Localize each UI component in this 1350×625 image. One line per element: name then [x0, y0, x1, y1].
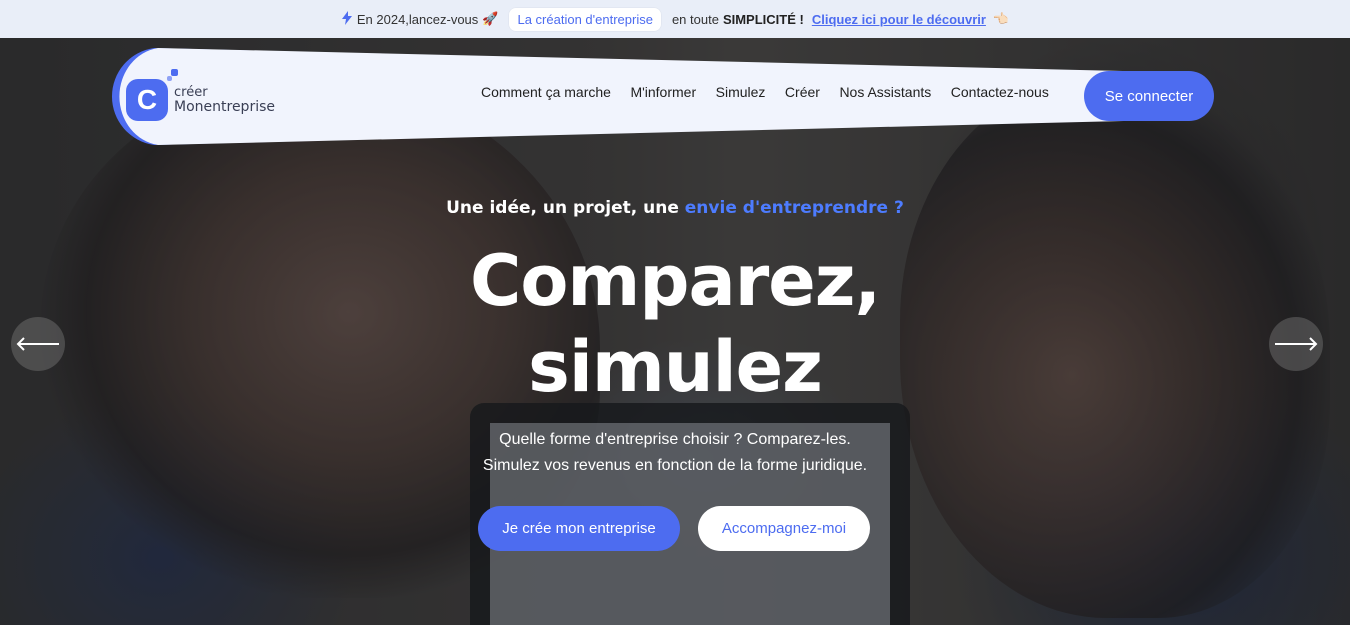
hero-description-line1: Quelle forme d'entreprise choisir ? Comp…: [499, 431, 851, 448]
hero-eyebrow-accent: envie d'entreprendre ?: [684, 198, 904, 218]
nav-item-nos-assistants[interactable]: Nos Assistants: [839, 84, 931, 100]
logo-text-line1: créer: [174, 85, 208, 100]
login-button[interactable]: Se connecter: [1084, 71, 1214, 121]
announcement-text-middle: en toute: [671, 11, 719, 27]
main-navigation: Comment ça marche M'informer Simulez Cré…: [481, 84, 1068, 100]
announcement-text: En 2024,lancez-vous: [356, 11, 479, 27]
announcement-bold: SIMPLICITÉ !: [722, 11, 804, 27]
logo-mark-icon: C: [126, 69, 178, 121]
hero-description: Quelle forme d'entreprise choisir ? Comp…: [0, 427, 1350, 479]
hero-headline: Comparez, simulez: [0, 238, 1350, 410]
hero-headline-line1: Comparez,: [469, 240, 881, 322]
arrow-left-icon: [16, 337, 59, 351]
announcement-link[interactable]: Cliquez ici pour le découvrir: [812, 12, 986, 27]
pointing-hand-icon: 👈🏻: [992, 11, 1010, 26]
rocket-icon: 🚀: [482, 11, 499, 26]
site-logo[interactable]: C créer Monentreprise: [126, 69, 296, 130]
hero-eyebrow-main: Une idée, un projet, une: [446, 198, 685, 218]
announcement-bar: En 2024,lancez-vous 🚀 La création d'entr…: [0, 0, 1350, 38]
nav-item-creer[interactable]: Créer: [785, 84, 820, 100]
nav-item-simulez[interactable]: Simulez: [716, 84, 766, 100]
site-header: C créer Monentreprise Comment ça marche …: [104, 46, 1214, 146]
nav-item-contactez-nous[interactable]: Contactez-nous: [951, 84, 1049, 100]
carousel-prev-button[interactable]: [11, 317, 65, 371]
arrow-right-icon: [1275, 337, 1318, 351]
hero-headline-line2: simulez: [528, 326, 823, 408]
lightning-icon: [341, 10, 353, 28]
get-support-button[interactable]: Accompagnez-moi: [698, 506, 870, 551]
logo-text-line2: Monentreprise: [174, 99, 275, 115]
hero-description-line2: Simulez vos revenus en fonction de la fo…: [482, 457, 868, 474]
nav-item-comment-ca-marche[interactable]: Comment ça marche: [481, 84, 611, 100]
create-company-button[interactable]: Je crée mon entreprise: [478, 506, 680, 551]
hero-eyebrow: Une idée, un projet, une envie d'entrepr…: [0, 198, 1350, 218]
carousel-next-button[interactable]: [1269, 317, 1323, 371]
announcement-pill: La création d'entreprise: [508, 6, 662, 32]
nav-item-m-informer[interactable]: M'informer: [630, 84, 696, 100]
